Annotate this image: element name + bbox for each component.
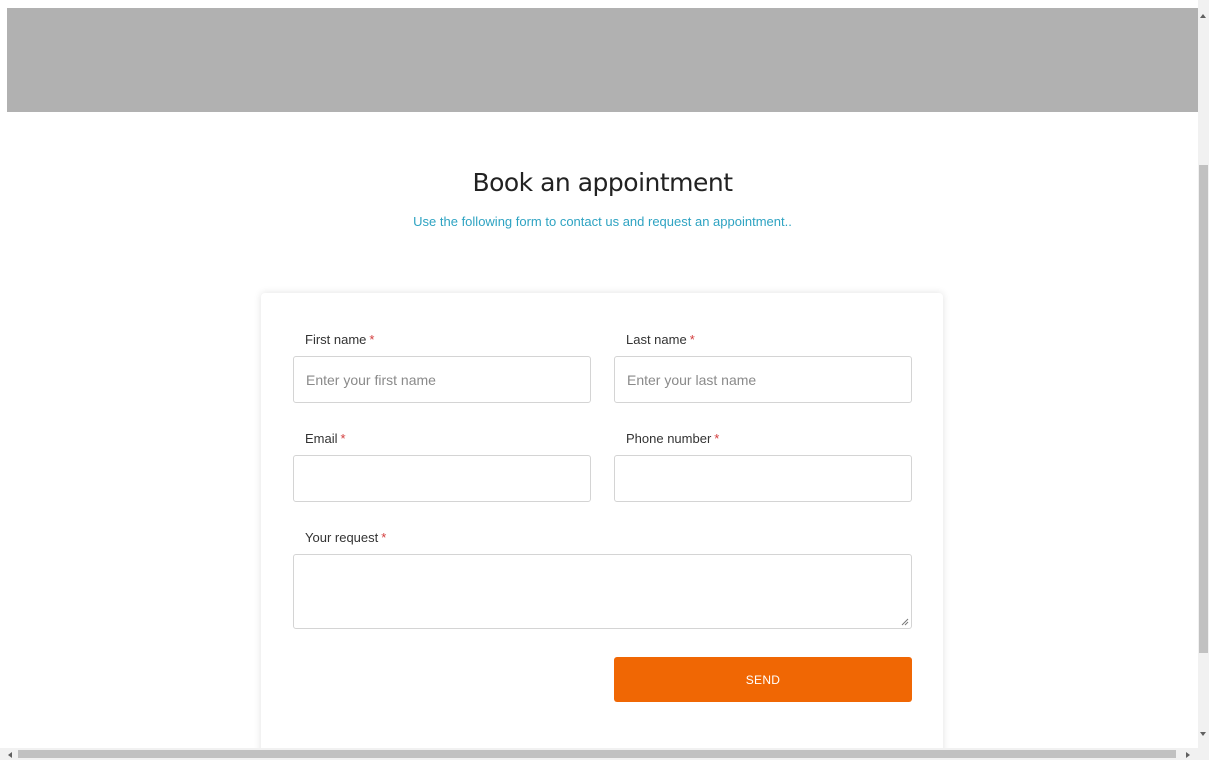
horizontal-scroll-thumb[interactable] (18, 750, 1176, 758)
vertical-scroll-thumb[interactable] (1199, 165, 1208, 653)
chevron-down-icon[interactable] (1200, 732, 1206, 736)
required-asterisk: * (340, 431, 346, 446)
request-label-text: Your request (305, 530, 379, 545)
first-name-input[interactable] (293, 356, 591, 403)
required-asterisk: * (714, 431, 720, 446)
chevron-up-icon[interactable] (1200, 14, 1206, 18)
horizontal-scrollbar[interactable] (0, 748, 1198, 760)
scrollbar-corner (1198, 748, 1209, 760)
email-input[interactable] (293, 455, 591, 502)
textarea-resize-grip-icon[interactable] (901, 618, 909, 626)
chevron-right-icon[interactable] (1186, 752, 1190, 758)
phone-number-label-text: Phone number (626, 431, 712, 446)
chevron-left-icon[interactable] (8, 752, 12, 758)
required-asterisk: * (369, 332, 375, 347)
last-name-label-text: Last name (626, 332, 687, 347)
page-subtitle: Use the following form to contact us and… (413, 214, 792, 229)
phone-number-label: Phone number * (626, 431, 719, 446)
request-textarea-wrap (293, 554, 912, 629)
first-name-label-text: First name (305, 332, 367, 347)
required-asterisk: * (381, 530, 387, 545)
last-name-input[interactable] (614, 356, 912, 403)
vertical-scrollbar[interactable] (1198, 0, 1209, 748)
page-title: Book an appointment (472, 168, 733, 197)
top-banner (7, 8, 1198, 112)
phone-number-input[interactable] (614, 455, 912, 502)
send-button[interactable]: SEND (614, 657, 912, 702)
request-label: Your request * (305, 530, 386, 545)
page-viewport: Book an appointment Use the following fo… (0, 0, 1198, 748)
email-label: Email * (305, 431, 346, 446)
request-textarea[interactable] (293, 554, 912, 629)
appointment-form-card: First name* Last name* Email* Phone numb… (261, 293, 943, 748)
email-label-text: Email (305, 431, 338, 446)
first-name-label: First name * (305, 332, 374, 347)
required-asterisk: * (689, 332, 695, 347)
last-name-label: Last name * (626, 332, 695, 347)
